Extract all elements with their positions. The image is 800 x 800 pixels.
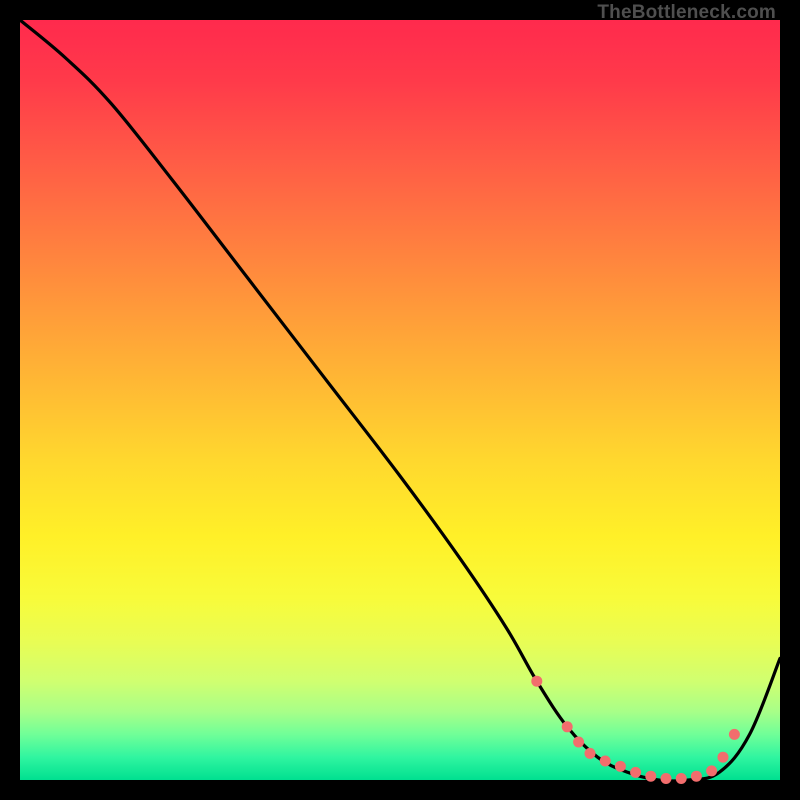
chart-svg [20, 20, 780, 780]
highlight-dot [615, 761, 626, 772]
highlight-dot [600, 756, 611, 767]
highlight-dot [645, 771, 656, 782]
highlight-dot [691, 771, 702, 782]
highlight-dots [531, 676, 740, 784]
highlight-dot [531, 676, 542, 687]
highlight-dot [585, 748, 596, 759]
highlight-dot [729, 729, 740, 740]
highlight-dot [661, 773, 672, 784]
bottleneck-curve [20, 20, 780, 781]
highlight-dot [706, 765, 717, 776]
highlight-dot [573, 737, 584, 748]
highlight-dot [676, 773, 687, 784]
highlight-dot [562, 721, 573, 732]
highlight-dot [630, 767, 641, 778]
highlight-dot [718, 752, 729, 763]
